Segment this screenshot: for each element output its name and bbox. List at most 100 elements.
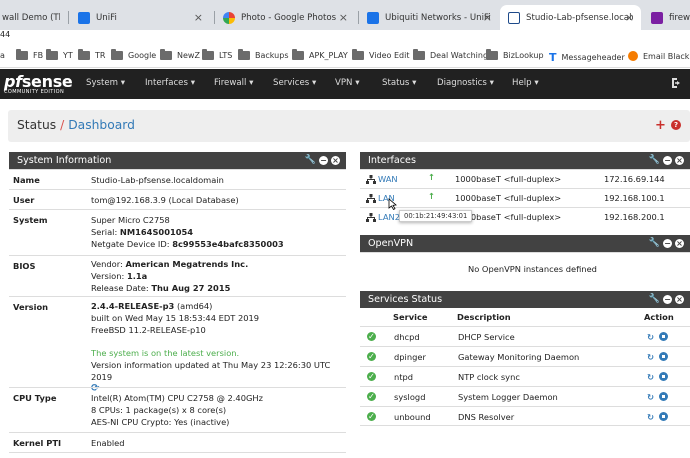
browser-tab-2[interactable]: Photo - Google Photos ×	[215, 5, 355, 30]
restart-icon[interactable]: ↻	[647, 332, 654, 342]
browser-tab-strip: wall Demo (The UniFi × Photo - Google Ph…	[0, 0, 690, 34]
mouse-cursor-icon	[388, 198, 397, 212]
bookmark-yt[interactable]: YT	[46, 49, 73, 60]
folder-icon	[111, 49, 123, 60]
bookmark-messageheader[interactable]: T Messageheader	[549, 51, 625, 64]
stop-icon[interactable]	[659, 352, 668, 361]
service-row-unbound: ✓ unbound DNS Resolver ↻	[360, 406, 690, 426]
bookmark-fb[interactable]: FB	[16, 49, 43, 60]
close-icon[interactable]: ×	[339, 11, 348, 24]
network-icon	[366, 213, 376, 222]
close-icon[interactable]: ×	[675, 239, 684, 248]
status-up-icon: ↑	[428, 172, 435, 182]
add-widget-icon[interactable]: +	[655, 118, 666, 133]
check-circle-icon: ✓	[367, 371, 376, 381]
minimize-icon[interactable]: −	[663, 295, 672, 304]
bookmark-newz[interactable]: NewZ	[160, 49, 200, 60]
sysinfo-row-version: Version 2.4.4-RELEASE-p3 (amd64) built o…	[9, 296, 346, 394]
bookmark-lts[interactable]: LTS	[202, 49, 232, 60]
restart-icon[interactable]: ↻	[647, 412, 654, 422]
nav-interfaces[interactable]: Interfaces ▾	[145, 78, 195, 88]
folder-icon	[413, 49, 425, 60]
nav-diagnostics[interactable]: Diagnostics ▾	[437, 78, 494, 88]
close-icon[interactable]: ×	[675, 156, 684, 165]
tab-title: UniFi	[96, 12, 117, 23]
folder-icon	[160, 49, 172, 60]
nav-system[interactable]: System ▾	[86, 78, 125, 88]
update-status: The system is on the latest version.	[91, 348, 240, 358]
bookmark-video-edit[interactable]: Video Edit	[352, 49, 409, 60]
close-icon[interactable]: ×	[675, 295, 684, 304]
minimize-icon[interactable]: −	[663, 156, 672, 165]
close-icon[interactable]: ×	[331, 156, 340, 165]
google-photos-favicon-icon	[223, 11, 235, 24]
caret-down-icon: ▾	[534, 78, 539, 88]
page-title: Status / Dashboard	[17, 118, 135, 132]
check-circle-icon: ✓	[367, 391, 376, 401]
wrench-icon[interactable]: 🔧	[305, 152, 316, 169]
caret-down-icon: ▾	[489, 78, 494, 88]
pfsense-navbar: pfsense COMMUNITY EDITION System ▾ Inter…	[0, 69, 690, 99]
logout-icon[interactable]	[670, 77, 682, 89]
minimize-icon[interactable]: −	[319, 156, 328, 165]
nav-help[interactable]: Help ▾	[512, 78, 539, 88]
bookmark-apk-play[interactable]: APK_PLAY	[292, 49, 348, 60]
wrench-icon[interactable]: 🔧	[649, 152, 660, 169]
status-up-icon: ↑	[428, 191, 435, 201]
folder-icon	[352, 49, 364, 60]
sysinfo-row-kernel-pti: Kernel PTI Enabled	[9, 432, 346, 452]
stop-icon[interactable]	[659, 372, 668, 381]
folder-icon	[16, 49, 28, 60]
bookmark-deal-watching[interactable]: Deal Watching	[413, 49, 488, 60]
sysinfo-row-bios: BIOS Vendor: American Megatrends Inc. Ve…	[9, 255, 346, 296]
stop-icon[interactable]	[659, 392, 668, 401]
browser-tab-4[interactable]: Studio-Lab-pfsense.localdom ×	[500, 5, 641, 30]
unifi-favicon-icon	[78, 11, 90, 24]
openvpn-header: OpenVPN 🔧 − ×	[360, 235, 690, 252]
bookmark-google[interactable]: Google	[111, 49, 156, 60]
address-bar[interactable]: 44	[0, 30, 690, 45]
dashboard-link[interactable]: Dashboard	[68, 118, 135, 132]
service-row-syslogd: ✓ syslogd System Logger Daemon ↻	[360, 386, 690, 406]
network-icon	[366, 194, 376, 203]
service-row-ntpd: ✓ ntpd NTP clock sync ↻	[360, 366, 690, 386]
help-icon[interactable]: ?	[671, 120, 681, 130]
minimize-icon[interactable]: −	[663, 239, 672, 248]
bookmark-email-blacklist[interactable]: Email Blacklis	[628, 51, 690, 61]
browser-tab-5[interactable]: firewall	[643, 5, 690, 30]
t-icon: T	[549, 51, 557, 64]
bookmark-backups[interactable]: Backups	[238, 49, 289, 60]
system-info-header: System Information 🔧 − ×	[9, 152, 346, 169]
pfsense-favicon-icon	[508, 11, 520, 24]
browser-tab-0[interactable]: wall Demo (The	[0, 5, 60, 30]
tab-title: wall Demo (The	[2, 12, 60, 23]
services-status-header: Services Status 🔧 − ×	[360, 291, 690, 308]
interface-link-wan[interactable]: WAN	[378, 174, 398, 184]
nav-firewall[interactable]: Firewall ▾	[214, 78, 253, 88]
nav-status[interactable]: Status ▾	[382, 78, 416, 88]
restart-icon[interactable]: ↻	[647, 352, 654, 362]
caret-down-icon: ▾	[249, 78, 254, 88]
close-icon[interactable]: ×	[625, 11, 634, 24]
nav-vpn[interactable]: VPN ▾	[335, 78, 360, 88]
browser-tab-3[interactable]: Ubiquiti Networks - UniFi® W ×	[359, 5, 499, 30]
stop-icon[interactable]	[659, 332, 668, 341]
close-icon[interactable]: ×	[483, 11, 492, 24]
caret-down-icon: ▾	[355, 78, 360, 88]
stop-icon[interactable]	[659, 412, 668, 421]
folder-icon	[486, 49, 498, 60]
tab-title: Studio-Lab-pfsense.localdom	[526, 12, 633, 23]
bookmark-bizlookup[interactable]: BizLookup	[486, 49, 544, 60]
restart-icon[interactable]: ↻	[647, 392, 654, 402]
wrench-icon[interactable]: 🔧	[649, 291, 660, 308]
interface-link-lan2[interactable]: LAN2	[378, 212, 400, 222]
browser-tab-1[interactable]: UniFi ×	[70, 5, 210, 30]
bookmark-tr[interactable]: TR	[78, 49, 105, 60]
nav-services[interactable]: Services ▾	[273, 78, 316, 88]
pfsense-logo[interactable]: pfsense COMMUNITY EDITION	[4, 72, 73, 95]
restart-icon[interactable]: ↻	[647, 372, 654, 382]
mac-address-tooltip: 00:1b:21:49:43:01	[399, 210, 473, 222]
bookmark-0[interactable]: a	[0, 51, 5, 60]
wrench-icon[interactable]: 🔧	[649, 235, 660, 252]
close-icon[interactable]: ×	[194, 11, 203, 24]
